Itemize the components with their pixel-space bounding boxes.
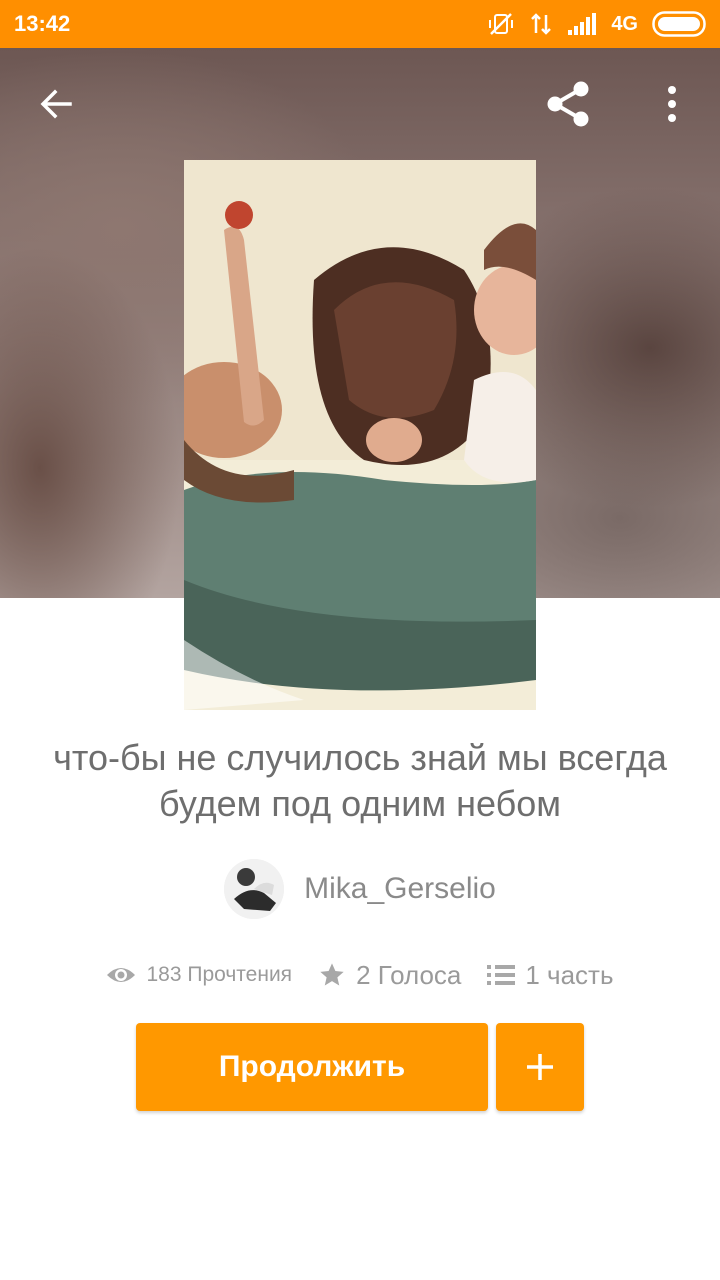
more-vert-icon [668,86,676,122]
arrow-back-icon [40,89,72,119]
battery-icon [652,11,706,37]
parts-count: 1 часть [525,959,614,990]
story-title: что-бы не случилось знай мы всегда будем… [53,737,667,824]
votes-count: 2 Голоса [356,959,462,990]
share-button[interactable] [538,70,598,138]
network-type: 4G [611,12,638,35]
signal-icon [568,13,597,35]
eye-icon [107,968,136,982]
more-options-button[interactable] [642,70,702,138]
status-icons: 4G [487,10,706,38]
star-icon [320,963,344,986]
back-button[interactable] [26,70,86,138]
parts-stat: 1 часть [487,959,614,991]
reads-count: 183 Прочтения [146,963,293,986]
continue-reading-button[interactable]: Продолжить [136,1023,488,1111]
author-name[interactable]: Mika_Gerselio [304,872,496,906]
story-stats: 183 Прочтения 2 Голоса 1 часть [0,950,720,1000]
vibrate-off-icon [489,13,514,35]
status-bar: 13:42 4G [0,0,720,48]
share-icon [547,81,589,127]
list-icon [487,965,516,985]
data-transfer-icon [531,13,552,35]
author-row[interactable]: Mika_Gerselio [0,858,720,920]
plus-icon [527,1054,553,1080]
status-time: 13:42 [14,11,71,36]
author-avatar[interactable] [224,859,285,919]
story-cover-image[interactable] [184,160,536,710]
votes-stat: 2 Голоса [318,960,461,991]
reads-stat: 183 Прочтения [106,963,292,987]
add-to-library-button[interactable] [496,1023,584,1111]
